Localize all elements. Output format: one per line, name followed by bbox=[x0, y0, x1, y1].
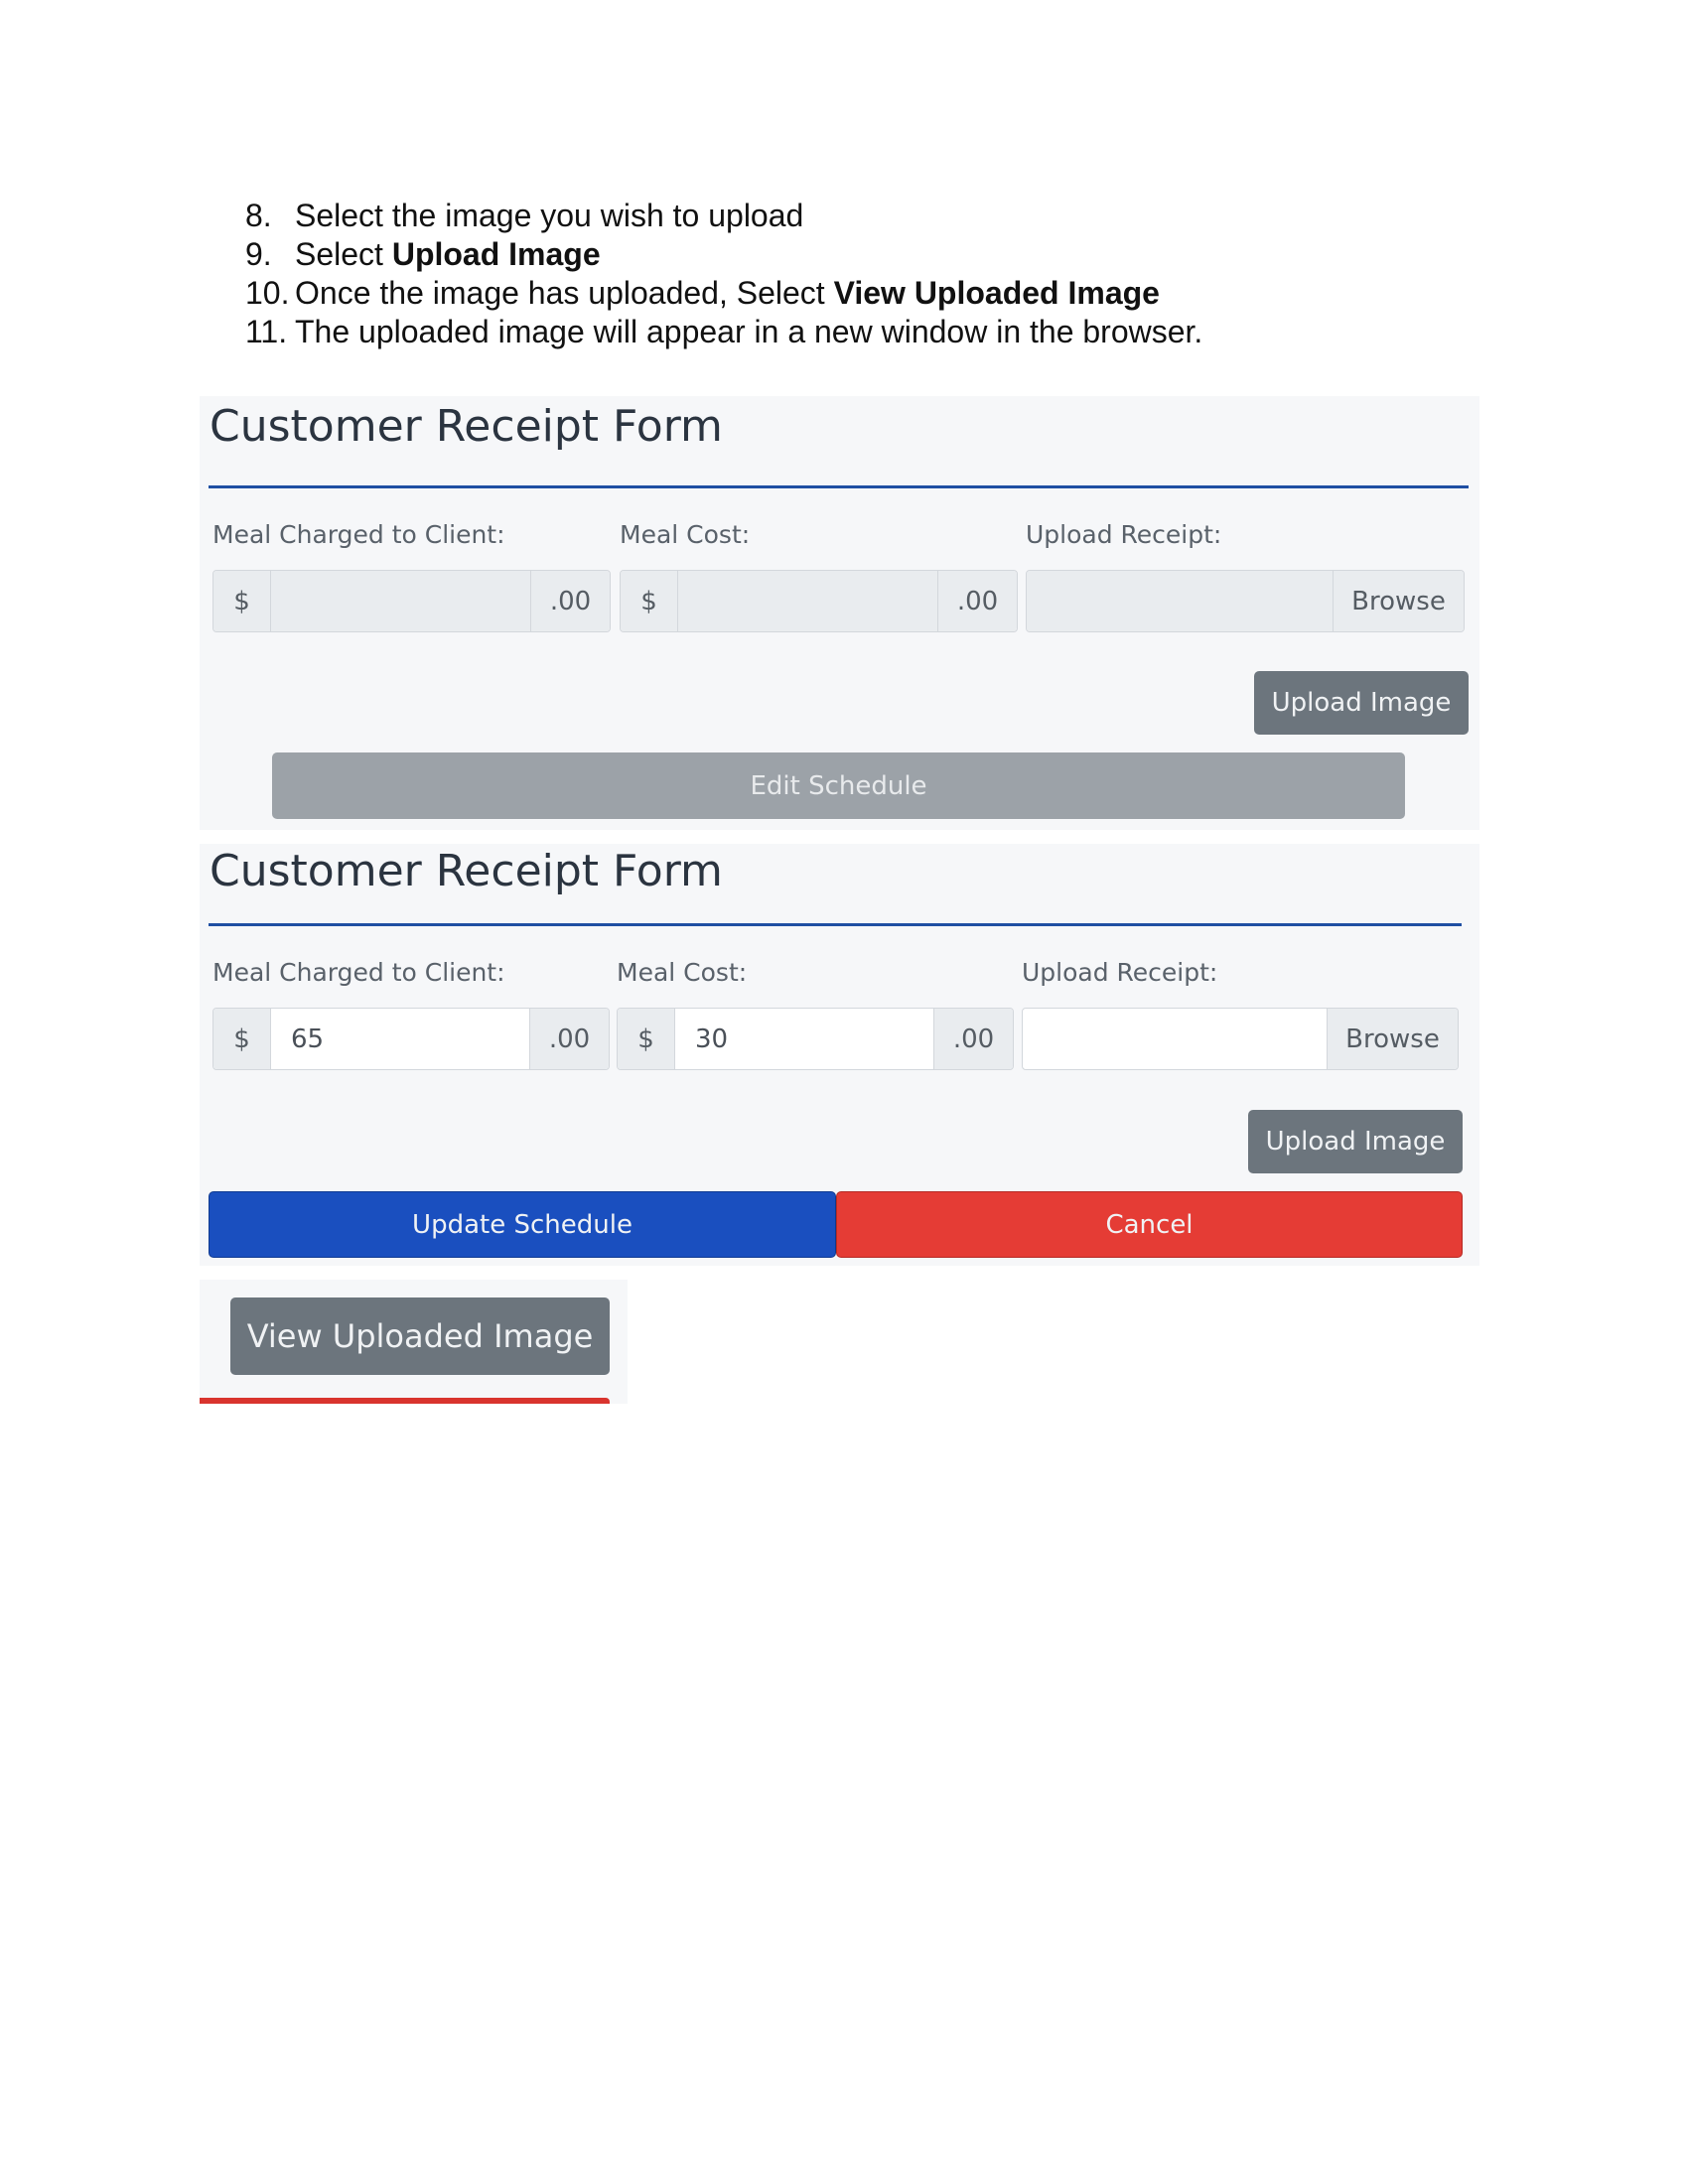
meal-charged-input[interactable] bbox=[271, 571, 530, 631]
meal-charged-input[interactable]: 65 bbox=[271, 1009, 529, 1069]
form-title: Customer Receipt Form bbox=[210, 846, 723, 896]
label-meal-cost: Meal Cost: bbox=[620, 520, 751, 549]
cropped-red-button-edge bbox=[200, 1398, 610, 1404]
currency-prefix: $ bbox=[213, 1009, 271, 1069]
label-meal-cost: Meal Cost: bbox=[617, 958, 748, 987]
title-divider bbox=[209, 485, 1469, 488]
meal-charged-input-group: $ 65 .00 bbox=[212, 1008, 610, 1070]
cents-suffix: .00 bbox=[530, 571, 610, 631]
step-item: 10. Once the image has uploaded, Select V… bbox=[245, 275, 1160, 311]
view-image-panel: View Uploaded Image bbox=[200, 1280, 628, 1404]
step-item: 8. Select the image you wish to upload bbox=[245, 198, 804, 233]
meal-cost-input-group: $ .00 bbox=[620, 570, 1018, 632]
upload-receipt-file-input: Browse bbox=[1022, 1008, 1459, 1070]
currency-prefix: $ bbox=[213, 571, 271, 631]
cents-suffix: .00 bbox=[937, 571, 1017, 631]
form-title: Customer Receipt Form bbox=[210, 401, 723, 452]
file-name-field[interactable] bbox=[1027, 571, 1333, 631]
upload-image-button[interactable]: Upload Image bbox=[1248, 1110, 1463, 1173]
title-divider bbox=[209, 923, 1462, 926]
label-upload-receipt: Upload Receipt: bbox=[1022, 958, 1218, 987]
upload-image-button[interactable]: Upload Image bbox=[1254, 671, 1469, 735]
receipt-form-filled: Customer Receipt Form Meal Charged to Cl… bbox=[200, 844, 1479, 1266]
view-uploaded-image-button[interactable]: View Uploaded Image bbox=[230, 1297, 610, 1375]
cents-suffix: .00 bbox=[933, 1009, 1013, 1069]
receipt-form-empty: Customer Receipt Form Meal Charged to Cl… bbox=[200, 396, 1479, 830]
meal-cost-input[interactable]: 30 bbox=[675, 1009, 933, 1069]
upload-receipt-file-input: Browse bbox=[1026, 570, 1465, 632]
step-item: 9. Select Upload Image bbox=[245, 236, 601, 272]
label-meal-charged: Meal Charged to Client: bbox=[212, 958, 505, 987]
meal-cost-input[interactable] bbox=[678, 571, 937, 631]
currency-prefix: $ bbox=[621, 571, 678, 631]
meal-charged-input-group: $ .00 bbox=[212, 570, 611, 632]
edit-schedule-button[interactable]: Edit Schedule bbox=[272, 752, 1405, 819]
browse-button[interactable]: Browse bbox=[1333, 571, 1464, 631]
cents-suffix: .00 bbox=[529, 1009, 609, 1069]
label-upload-receipt: Upload Receipt: bbox=[1026, 520, 1222, 549]
meal-cost-input-group: $ 30 .00 bbox=[617, 1008, 1014, 1070]
file-name-field[interactable] bbox=[1023, 1009, 1327, 1069]
cancel-button[interactable]: Cancel bbox=[836, 1191, 1463, 1258]
currency-prefix: $ bbox=[618, 1009, 675, 1069]
step-item: 11. The uploaded image will appear in a n… bbox=[245, 314, 1203, 349]
instruction-steps: 8. Select the image you wish to upload 9.… bbox=[245, 197, 1202, 351]
browse-button[interactable]: Browse bbox=[1327, 1009, 1458, 1069]
label-meal-charged: Meal Charged to Client: bbox=[212, 520, 505, 549]
update-schedule-button[interactable]: Update Schedule bbox=[209, 1191, 836, 1258]
